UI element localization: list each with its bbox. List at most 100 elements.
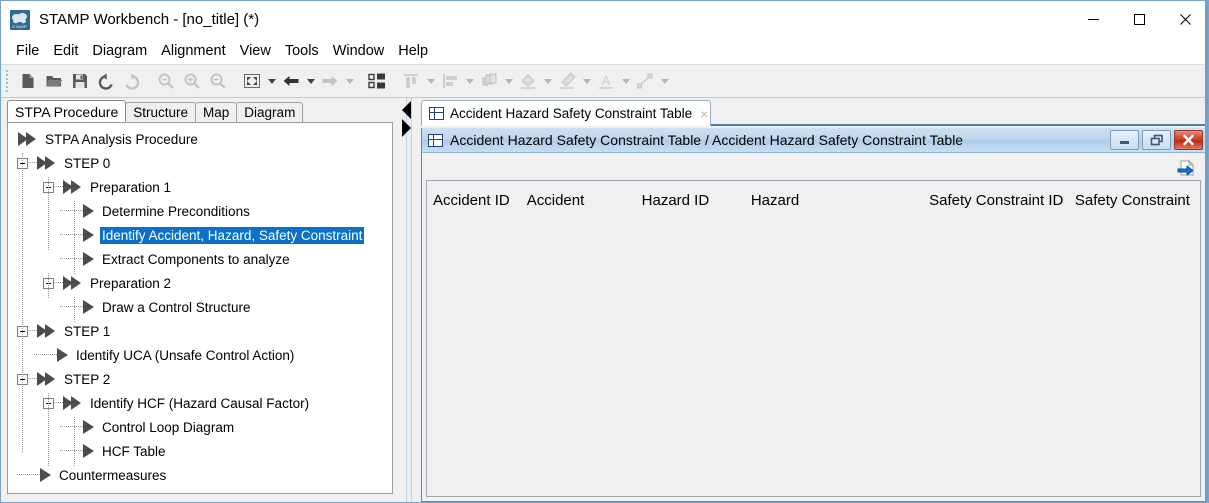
table-body[interactable] bbox=[427, 219, 1200, 496]
tree-item-identify-uca[interactable]: Identify UCA (Unsafe Control Action) bbox=[8, 343, 392, 367]
menu-tools[interactable]: Tools bbox=[278, 41, 326, 61]
close-icon[interactable]: × bbox=[700, 107, 708, 121]
mdi-close-button[interactable] bbox=[1174, 130, 1203, 150]
mdi-window-body: Accident ID Accident Hazard ID Hazard Sa… bbox=[422, 153, 1205, 501]
toolbar-grip[interactable] bbox=[6, 70, 11, 92]
forward-dropdown-chevron-down-icon[interactable] bbox=[343, 68, 356, 94]
column-header-safety-constraint[interactable]: Safety Constraint bbox=[1069, 192, 1200, 209]
save-icon[interactable] bbox=[67, 68, 93, 94]
fit-to-window-icon[interactable] bbox=[239, 68, 265, 94]
back-dropdown-chevron-down-icon[interactable] bbox=[304, 68, 317, 94]
table-icon bbox=[429, 107, 444, 120]
menu-diagram[interactable]: Diagram bbox=[85, 41, 154, 61]
align-top-icon[interactable] bbox=[398, 68, 424, 94]
tree-item-label: Countermeasures bbox=[59, 467, 167, 483]
align-left-icon[interactable] bbox=[437, 68, 463, 94]
close-button[interactable] bbox=[1162, 1, 1208, 38]
column-header-safety-constraint-id[interactable]: Safety Constraint ID bbox=[923, 192, 1069, 209]
zoom-reset-icon[interactable] bbox=[153, 68, 179, 94]
menu-file[interactable]: File bbox=[9, 41, 46, 61]
tree-item-step-0[interactable]: STEP 0 bbox=[8, 151, 392, 175]
double-arrow-icon bbox=[37, 156, 56, 170]
tree-item-step-1[interactable]: STEP 1 bbox=[8, 319, 392, 343]
tree-guide-line bbox=[74, 297, 75, 322]
collapse-left-arrow-icon[interactable] bbox=[402, 101, 411, 119]
double-arrow-icon bbox=[37, 372, 56, 386]
splitter-bar[interactable] bbox=[406, 98, 412, 502]
tab-diagram[interactable]: Diagram bbox=[236, 102, 304, 122]
tree-item-identify-accident-hazard-safety-constraint[interactable]: Identify Accident, Hazard, Safety Constr… bbox=[8, 223, 392, 247]
column-header-accident[interactable]: Accident bbox=[521, 192, 636, 209]
fill-color-icon[interactable] bbox=[515, 68, 541, 94]
tree-item-label: Control Loop Diagram bbox=[102, 419, 235, 435]
column-header-accident-id[interactable]: Accident ID bbox=[427, 192, 521, 209]
tab-label: Structure bbox=[133, 105, 189, 120]
undo-icon[interactable] bbox=[93, 68, 119, 94]
tab-stpa-procedure[interactable]: STPA Procedure bbox=[7, 100, 127, 122]
redo-icon[interactable] bbox=[119, 68, 145, 94]
font-color-icon[interactable]: A bbox=[593, 68, 619, 94]
accident-hazard-safety-constraint-table[interactable]: Accident ID Accident Hazard ID Hazard Sa… bbox=[426, 180, 1201, 497]
export-arrow-icon[interactable] bbox=[1174, 157, 1198, 179]
tree-item-draw-a-control-structure[interactable]: Draw a Control Structure bbox=[8, 295, 392, 319]
menu-alignment[interactable]: Alignment bbox=[154, 41, 232, 61]
line-color-icon[interactable] bbox=[554, 68, 580, 94]
tree-item-extract-components-to-analyze[interactable]: Extract Components to analyze bbox=[8, 247, 392, 271]
line-color-dropdown-chevron-down-icon[interactable] bbox=[580, 68, 593, 94]
document-tab-accident-hazard-safety-constraint-table[interactable]: Accident Hazard Safety Constraint Table … bbox=[421, 100, 711, 126]
structure-table-icon[interactable] bbox=[364, 68, 390, 94]
table-icon bbox=[428, 133, 443, 147]
tree-item-label: STEP 2 bbox=[64, 371, 111, 387]
tree-item-preparation-2[interactable]: Preparation 2 bbox=[8, 271, 392, 295]
back-arrow-icon[interactable] bbox=[278, 68, 304, 94]
tree-item-preparation-1[interactable]: Preparation 1 bbox=[8, 175, 392, 199]
line-style-icon[interactable] bbox=[632, 68, 658, 94]
open-folder-icon[interactable] bbox=[41, 68, 67, 94]
menu-edit[interactable]: Edit bbox=[46, 41, 85, 61]
tree-item-control-loop-diagram[interactable]: Control Loop Diagram bbox=[8, 415, 392, 439]
zoom-out-icon[interactable] bbox=[205, 68, 231, 94]
tab-structure[interactable]: Structure bbox=[125, 102, 197, 122]
tab-map[interactable]: Map bbox=[195, 102, 238, 122]
double-arrow-icon bbox=[63, 180, 82, 194]
arrange-dropdown-chevron-down-icon[interactable] bbox=[502, 68, 515, 94]
tree-item-step-2[interactable]: STEP 2 bbox=[8, 367, 392, 391]
tree-item-countermeasures[interactable]: Countermeasures bbox=[8, 463, 392, 487]
tree-item-identify-hcf[interactable]: Identify HCF (Hazard Causal Factor) bbox=[8, 391, 392, 415]
menu-help[interactable]: Help bbox=[391, 41, 435, 61]
align-left-dropdown-chevron-down-icon[interactable] bbox=[463, 68, 476, 94]
arrange-icon[interactable] bbox=[476, 68, 502, 94]
fit-to-window-dropdown-chevron-down-icon[interactable] bbox=[265, 68, 278, 94]
maximize-button[interactable] bbox=[1116, 1, 1162, 38]
tree-item-label: Draw a Control Structure bbox=[102, 299, 251, 315]
tab-label: Map bbox=[203, 105, 230, 120]
minimize-button[interactable] bbox=[1070, 1, 1116, 38]
tree-item-label: Identify HCF (Hazard Causal Factor) bbox=[90, 395, 310, 411]
single-arrow-icon bbox=[83, 420, 94, 434]
tree-item-stpa-analysis-procedure[interactable]: STPA Analysis Procedure bbox=[8, 127, 392, 151]
menu-window[interactable]: Window bbox=[326, 41, 392, 61]
expand-right-arrow-icon[interactable] bbox=[402, 119, 411, 137]
tree-item-determine-preconditions[interactable]: Determine Preconditions bbox=[8, 199, 392, 223]
forward-arrow-icon[interactable] bbox=[317, 68, 343, 94]
menu-view[interactable]: View bbox=[233, 41, 278, 61]
zoom-in-icon[interactable] bbox=[179, 68, 205, 94]
tree-item-hcf-table[interactable]: HCF Table bbox=[8, 439, 392, 463]
table-toolbar bbox=[426, 156, 1201, 180]
column-header-hazard[interactable]: Hazard bbox=[745, 192, 923, 209]
column-header-hazard-id[interactable]: Hazard ID bbox=[636, 192, 745, 209]
new-file-icon[interactable] bbox=[15, 68, 41, 94]
mdi-minimize-button[interactable] bbox=[1110, 130, 1139, 150]
tree-guide-line bbox=[48, 393, 49, 466]
fill-color-dropdown-chevron-down-icon[interactable] bbox=[541, 68, 554, 94]
mdi-restore-button[interactable] bbox=[1142, 130, 1171, 150]
font-color-dropdown-chevron-down-icon[interactable] bbox=[619, 68, 632, 94]
line-style-dropdown-chevron-down-icon[interactable] bbox=[658, 68, 671, 94]
application-window: STAMP STAMP Workbench - [no_title] (*) F… bbox=[0, 0, 1209, 503]
align-top-dropdown-chevron-down-icon[interactable] bbox=[424, 68, 437, 94]
double-arrow-icon bbox=[18, 132, 37, 146]
mdi-title-bar[interactable]: Accident Hazard Safety Constraint Table … bbox=[422, 128, 1205, 153]
panel-splitter[interactable] bbox=[400, 98, 416, 502]
document-tab-label: Accident Hazard Safety Constraint Table bbox=[450, 106, 693, 121]
stpa-procedure-tree[interactable]: STPA Analysis Procedure STEP 0 Preparati… bbox=[7, 122, 393, 494]
